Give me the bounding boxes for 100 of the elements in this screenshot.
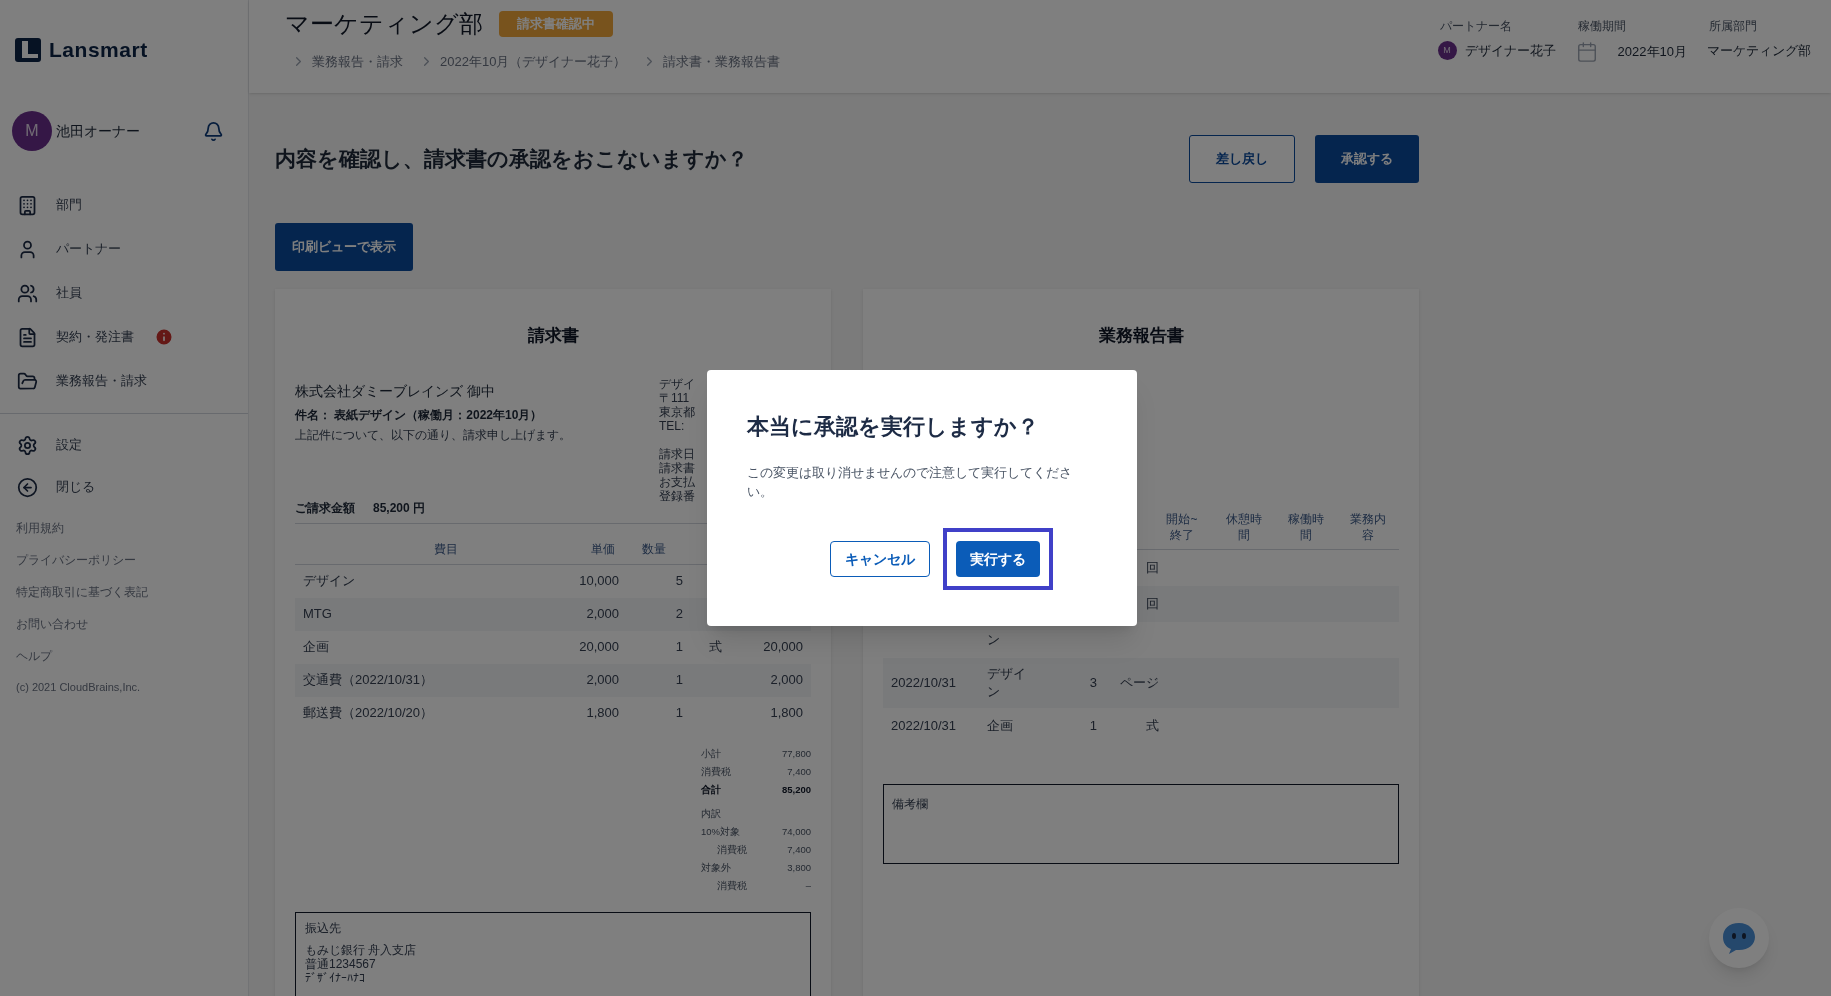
bank-label: 振込先: [305, 919, 342, 937]
summary-label: 小計: [701, 747, 721, 762]
table-cell-text: 1: [674, 704, 684, 723]
table-cell-text: 2022/10/31: [891, 673, 958, 692]
table-cell-text: 1: [1088, 716, 1097, 735]
nav-item[interactable]: 部門: [0, 183, 248, 227]
dialog-message: この変更は取り消せませんので注意して実行してください。: [746, 464, 1073, 501]
issuer-text: 請求書: [659, 460, 695, 475]
issuer-text: 登録番: [659, 488, 695, 503]
footer-link[interactable]: プライバシーポリシー: [16, 544, 248, 576]
nav-item[interactable]: 閉じる: [0, 466, 248, 508]
meta-label: 所属部門: [1708, 18, 1758, 35]
print-view-button[interactable]: 印刷ビューで表示: [275, 223, 413, 271]
summary-label: 10%対象: [701, 825, 740, 840]
breadcrumb-link[interactable]: 業務報告・請求: [312, 52, 403, 72]
total-label: ご請求金額: [295, 499, 355, 517]
nav-item[interactable]: 業務報告・請求: [0, 359, 248, 403]
column-header: 数量: [641, 540, 667, 558]
summary-value: 7,400: [787, 765, 811, 780]
column-header: 休憩時間: [1225, 510, 1263, 543]
table-cell-text: 20,000: [578, 638, 619, 657]
summary-label: 消費税: [716, 843, 747, 858]
issuer-text: 〒111: [659, 390, 691, 405]
total-amount: 85,200 円: [373, 499, 426, 517]
invoice-title: 請求書: [526, 325, 580, 347]
summary-value: 7,400: [787, 843, 811, 858]
column-header: 単価: [590, 540, 616, 558]
table-cell-text: 企画: [303, 638, 330, 657]
summary-value: 74,000: [781, 825, 811, 840]
summary-label: 内訳: [701, 807, 721, 822]
table-cell-text: 1: [674, 671, 684, 690]
table-cell-text: ン: [987, 630, 1001, 649]
issuer-text: TEL:: [659, 418, 686, 433]
table-cell-text: 3: [1088, 673, 1097, 692]
meta-label: パートナー名: [1438, 18, 1513, 35]
question-heading: 内容を確認し、請求書の承認をおこないますか？: [275, 146, 749, 173]
bank-text: ﾃﾞｻﾞｲﾅｰﾊﾅｺ: [305, 970, 366, 985]
column-header: 費目: [433, 540, 459, 558]
footer-link[interactable]: お問い合わせ: [16, 608, 248, 640]
people-icon: [17, 282, 38, 304]
summary-label: 消費税: [701, 765, 731, 780]
return-button[interactable]: 差し戻し: [1189, 135, 1295, 183]
table-cell-text: 式: [1145, 716, 1159, 735]
approve-button[interactable]: 承認する: [1315, 135, 1419, 183]
table-cell-text: ページ: [1119, 673, 1159, 692]
table-cell-text: 5: [674, 572, 684, 591]
summary-value: 3,800: [787, 861, 811, 876]
nav-item[interactable]: 契約・発注書: [0, 315, 248, 359]
user-name: 池田オーナー: [56, 121, 141, 141]
table-cell-text: 1: [674, 638, 684, 657]
meta-value: デザイナー花子: [1464, 42, 1556, 60]
issuer-text: お支払: [659, 474, 695, 489]
table-cell-text: 郵送費（2022/10/20）: [303, 704, 435, 723]
footer-link[interactable]: 利用規約: [16, 512, 248, 544]
table-cell-text: デザイン: [987, 664, 1027, 701]
addressee-text: 株式会社ダミーブレインズ 御中: [295, 381, 496, 401]
table-cell-text: 企画: [987, 716, 1014, 735]
table-cell-text: 1,800: [769, 704, 803, 723]
footer-link[interactable]: 特定商取引に基づく表記: [16, 576, 248, 608]
logo-text: Lansmart: [49, 36, 148, 63]
breadcrumb-link[interactable]: 請求書・業務報告書: [663, 52, 781, 72]
folder-icon: [17, 370, 38, 392]
summary-value: 77,800: [781, 747, 811, 762]
logo-icon: [15, 37, 41, 62]
nav-item[interactable]: パートナー: [0, 227, 248, 271]
copyright-text: (c) 2021 CloudBrains,Inc.: [16, 679, 142, 695]
cancel-button[interactable]: キャンセル: [829, 541, 930, 577]
status-badge: 請求書確認中: [499, 11, 613, 37]
execute-button[interactable]: 実行する: [955, 541, 1040, 577]
breadcrumb-link[interactable]: 2022年10月（デザイナー花子）: [440, 52, 627, 72]
report-title: 業務報告書: [1097, 325, 1185, 347]
issuer-text: 請求日: [659, 446, 695, 461]
table-cell-text: 20,000: [762, 638, 803, 657]
meta-value: マーケティング部: [1707, 42, 1811, 60]
bell-icon[interactable]: [203, 120, 224, 142]
issuer-text: 東京都: [659, 404, 695, 419]
user-avatar[interactable]: M: [12, 111, 52, 151]
table-cell-text: 10,000: [578, 572, 619, 591]
summary-label: 消費税: [716, 879, 747, 894]
table-cell-text: 2: [674, 605, 684, 624]
nav-item[interactable]: 社員: [0, 271, 248, 315]
table-cell-text: 2,000: [585, 605, 619, 624]
nav-item[interactable]: 設定: [0, 424, 248, 466]
table-cell-text: 2022/10/31: [891, 716, 958, 735]
table-cell-text: 2,000: [585, 671, 619, 690]
summary-label: 合計: [701, 783, 721, 798]
footer-link[interactable]: ヘルプ: [16, 640, 248, 672]
table-cell-text: 2,000: [769, 671, 803, 690]
table-cell-text: 回: [1145, 594, 1159, 613]
table-cell-text: 1,800: [585, 704, 619, 723]
dialog-title: 本当に承認を実行しますか？: [746, 413, 1040, 441]
subject-text: 件名： 表紙デザイン（稼働月：2022年10月）: [295, 406, 544, 424]
summary-value: 85,200: [781, 783, 811, 798]
calendar-icon: [1575, 41, 1598, 63]
bank-text: もみじ銀行 舟入支店: [305, 942, 418, 957]
meta-value: 2022年10月: [1617, 43, 1687, 62]
bank-text: 普通1234567: [305, 956, 377, 971]
building-icon: [17, 194, 38, 216]
column-header: 業務内容: [1349, 510, 1387, 543]
settings-icon: [17, 434, 38, 456]
